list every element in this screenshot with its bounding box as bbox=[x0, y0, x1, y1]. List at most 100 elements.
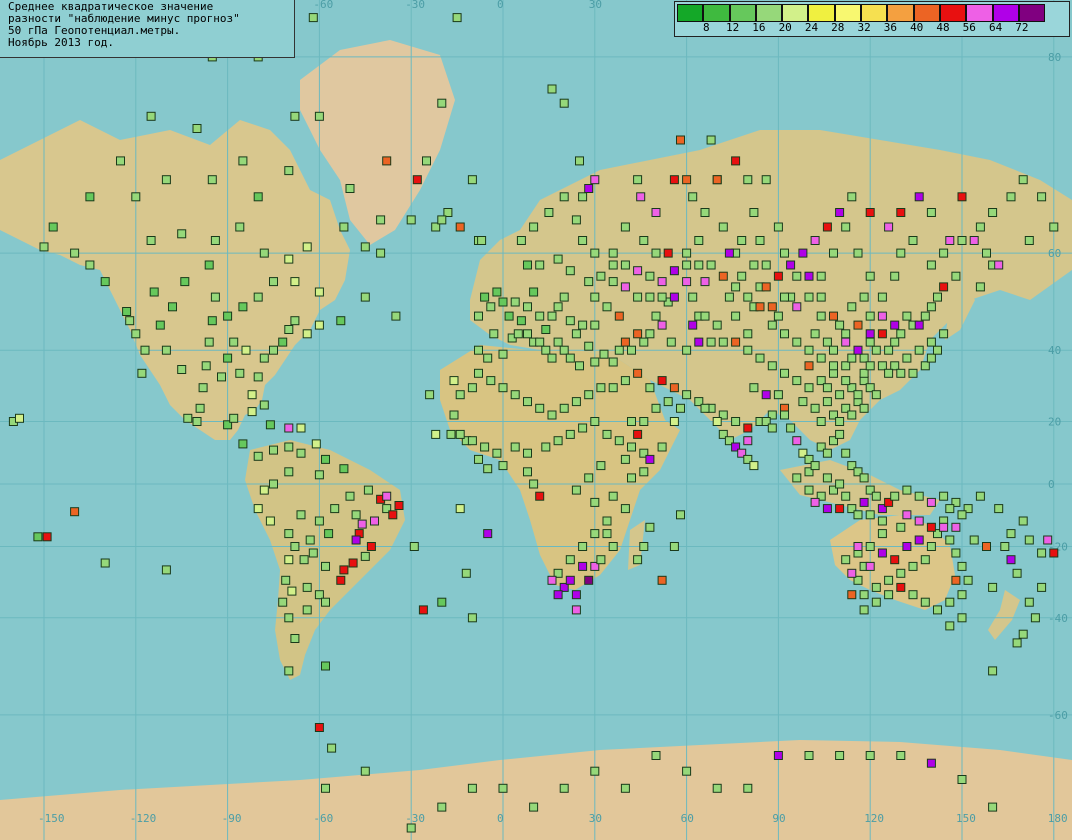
station-marker bbox=[706, 260, 716, 270]
station-marker bbox=[847, 410, 857, 420]
legend-swatch bbox=[729, 4, 756, 22]
station-marker bbox=[853, 510, 863, 520]
station-marker bbox=[926, 758, 936, 768]
station-marker bbox=[15, 413, 24, 423]
station-marker bbox=[360, 766, 370, 776]
station-marker bbox=[259, 248, 269, 258]
legend-label: 32 bbox=[857, 21, 871, 34]
station-marker bbox=[455, 504, 465, 514]
station-marker bbox=[584, 277, 594, 287]
station-marker bbox=[645, 522, 655, 532]
longitude-label: 0 bbox=[497, 812, 504, 825]
station-marker bbox=[731, 282, 741, 292]
station-marker bbox=[633, 266, 643, 276]
station-marker bbox=[366, 542, 376, 551]
station-marker bbox=[195, 403, 205, 413]
station-marker bbox=[926, 260, 936, 270]
station-marker bbox=[743, 329, 753, 339]
station-marker bbox=[957, 775, 967, 784]
station-marker bbox=[859, 292, 869, 302]
station-marker bbox=[284, 325, 294, 334]
station-marker bbox=[287, 586, 297, 596]
station-marker bbox=[474, 311, 483, 321]
station-marker bbox=[602, 302, 612, 312]
station-marker bbox=[926, 542, 936, 551]
station-marker bbox=[376, 215, 386, 225]
station-marker bbox=[969, 535, 979, 545]
station-marker bbox=[547, 575, 557, 585]
station-marker bbox=[639, 467, 649, 477]
station-marker bbox=[877, 361, 887, 371]
station-marker bbox=[676, 135, 685, 145]
legend-swatch bbox=[939, 4, 967, 22]
station-marker bbox=[265, 420, 275, 430]
station-marker bbox=[920, 311, 930, 321]
station-marker bbox=[682, 390, 692, 400]
landmass-south-america bbox=[245, 440, 405, 680]
station-marker bbox=[223, 311, 233, 321]
station-marker bbox=[877, 329, 887, 339]
station-marker bbox=[1012, 568, 1022, 578]
station-marker bbox=[207, 175, 217, 185]
station-marker bbox=[718, 337, 728, 347]
station-marker bbox=[510, 442, 520, 452]
station-marker bbox=[810, 497, 820, 507]
station-marker bbox=[137, 368, 147, 378]
station-marker bbox=[669, 175, 679, 185]
station-marker bbox=[994, 504, 1004, 514]
station-marker bbox=[33, 532, 43, 542]
station-marker bbox=[529, 802, 539, 812]
station-marker bbox=[452, 13, 462, 23]
station-marker bbox=[712, 783, 722, 793]
station-marker bbox=[590, 529, 600, 539]
station-marker bbox=[847, 568, 857, 578]
station-marker bbox=[578, 236, 588, 245]
station-marker bbox=[798, 248, 808, 258]
station-marker bbox=[676, 510, 685, 520]
station-marker bbox=[749, 208, 759, 217]
station-marker bbox=[761, 390, 771, 400]
station-marker bbox=[841, 222, 851, 232]
station-marker bbox=[865, 271, 875, 281]
station-marker bbox=[351, 535, 361, 545]
station-marker bbox=[321, 661, 330, 671]
station-marker bbox=[945, 236, 955, 245]
station-marker bbox=[299, 555, 309, 565]
station-marker bbox=[608, 248, 618, 258]
station-marker bbox=[853, 248, 863, 258]
station-marker bbox=[302, 242, 312, 252]
station-marker bbox=[39, 242, 49, 252]
longitude-label: 120 bbox=[864, 812, 884, 825]
station-marker bbox=[70, 248, 80, 258]
station-marker bbox=[474, 454, 483, 464]
station-marker bbox=[1024, 236, 1034, 245]
legend-label: 40 bbox=[910, 21, 924, 34]
station-marker bbox=[682, 175, 692, 185]
station-marker bbox=[498, 349, 508, 359]
station-marker bbox=[571, 329, 581, 339]
station-marker bbox=[645, 383, 655, 393]
station-marker bbox=[131, 192, 141, 202]
station-marker bbox=[933, 345, 942, 355]
station-marker bbox=[945, 535, 955, 545]
station-marker bbox=[902, 485, 912, 495]
station-marker bbox=[865, 329, 875, 339]
world-map: -150 -120 -90 -60 -30 0 30 60 90 120 150 180-60 -30 0… bbox=[0, 0, 1072, 840]
station-marker bbox=[544, 208, 554, 217]
station-marker bbox=[835, 479, 845, 489]
station-marker bbox=[700, 277, 710, 287]
station-marker bbox=[773, 390, 783, 400]
station-marker bbox=[1006, 529, 1016, 539]
station-marker bbox=[265, 516, 275, 526]
station-marker bbox=[877, 548, 887, 558]
station-marker bbox=[235, 368, 245, 378]
station-marker bbox=[314, 590, 324, 600]
station-marker bbox=[939, 522, 949, 532]
station-marker bbox=[229, 413, 239, 423]
station-marker bbox=[847, 302, 857, 312]
station-marker bbox=[822, 337, 832, 347]
station-marker bbox=[975, 491, 985, 501]
station-marker bbox=[865, 311, 875, 321]
legend-swatch bbox=[1018, 4, 1046, 22]
station-marker bbox=[945, 504, 955, 514]
